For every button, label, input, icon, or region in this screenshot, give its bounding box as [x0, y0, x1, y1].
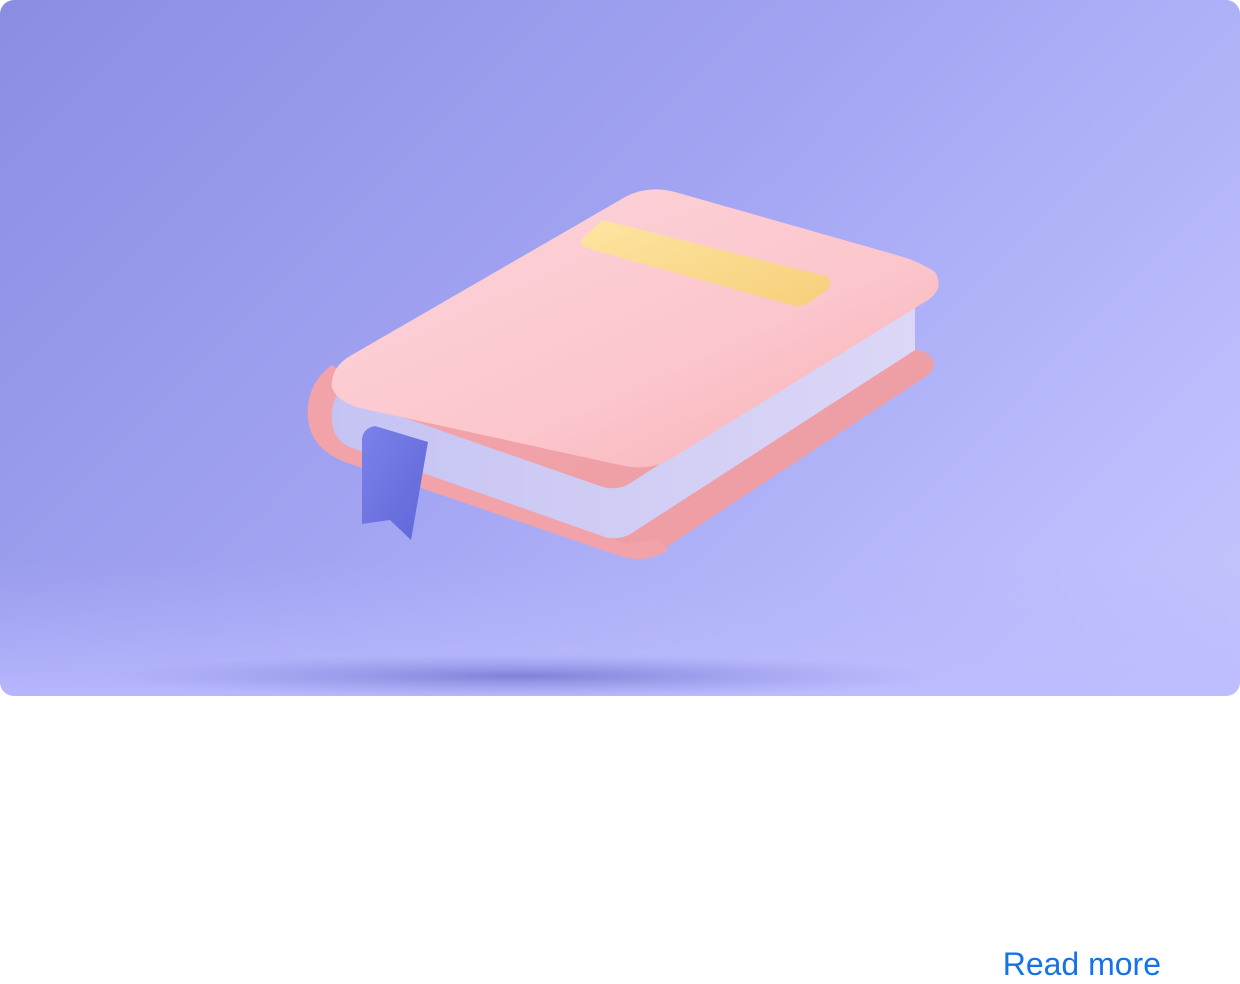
book-illustration	[0, 189, 1240, 696]
read-more-link[interactable]: Read more	[1003, 944, 1161, 984]
hero-image	[0, 0, 1240, 696]
bookmark-icon	[362, 426, 428, 540]
article-card: Read more	[0, 0, 1240, 984]
